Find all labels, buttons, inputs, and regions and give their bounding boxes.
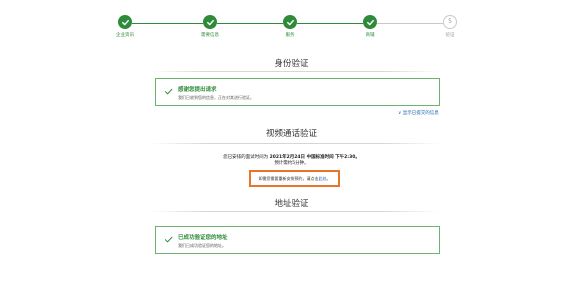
step-company-info: 企业资讯 bbox=[95, 15, 155, 38]
video-section-title: 视频通话验证 bbox=[265, 129, 317, 139]
step-label: 商铺 bbox=[365, 33, 375, 38]
step-verification: 5 验证 bbox=[420, 15, 480, 38]
divider bbox=[150, 211, 440, 212]
step-number: 5 bbox=[443, 15, 457, 29]
identity-section-title: 身份验证 bbox=[274, 59, 309, 69]
reschedule-link[interactable]: 此处 bbox=[319, 176, 327, 182]
step-check-icon bbox=[203, 15, 217, 29]
interview-prefix: 您已安排的面试时间为 bbox=[223, 155, 269, 160]
identity-status-card: 感谢您提出请求 我们已收到您的信息，正在对其进行验证。 bbox=[155, 78, 440, 106]
progress-stepper: 企业资讯 需要信息 服务 商铺 5 验证 bbox=[0, 0, 583, 48]
step-service: 服务 bbox=[260, 15, 320, 38]
check-icon bbox=[164, 88, 173, 95]
card-subtitle: 我们已成功验证您的地址。 bbox=[178, 243, 226, 248]
step-required-info: 需要信息 bbox=[180, 15, 240, 38]
step-check-icon bbox=[283, 15, 297, 29]
step-label: 验证 bbox=[445, 33, 455, 38]
check-icon bbox=[164, 236, 173, 243]
step-store: 商铺 bbox=[340, 15, 400, 38]
card-title: 感谢您提出请求 bbox=[178, 87, 217, 93]
interview-datetime: 2021年2月24日 中国标准时间 下午2:30。 bbox=[269, 155, 360, 160]
divider bbox=[150, 71, 440, 72]
address-section-title: 地址验证 bbox=[274, 199, 309, 209]
notice-text: 如需您需要重新安排预约，请点击 bbox=[258, 175, 319, 181]
address-status-card: 已成功验证您的地址 我们已成功验证您的地址。 bbox=[155, 226, 440, 254]
show-submitted-info-link[interactable]: ∨ 显示已提交的信息 bbox=[398, 110, 439, 116]
step-check-icon bbox=[118, 15, 132, 29]
interview-duration: 预计需约5分钟。 bbox=[274, 161, 309, 166]
card-title: 已成功验证您的地址 bbox=[178, 235, 228, 241]
card-subtitle: 我们已收到您的信息，正在对其进行验证。 bbox=[178, 95, 254, 100]
divider bbox=[150, 143, 440, 144]
step-label: 企业资讯 bbox=[116, 33, 134, 38]
step-label: 服务 bbox=[285, 33, 295, 38]
notice-end: 。 bbox=[326, 175, 331, 181]
step-label: 需要信息 bbox=[201, 33, 219, 38]
step-check-icon bbox=[363, 15, 377, 29]
reschedule-notice: 如需您需要重新安排预约，请点击 此处。 bbox=[249, 170, 340, 187]
